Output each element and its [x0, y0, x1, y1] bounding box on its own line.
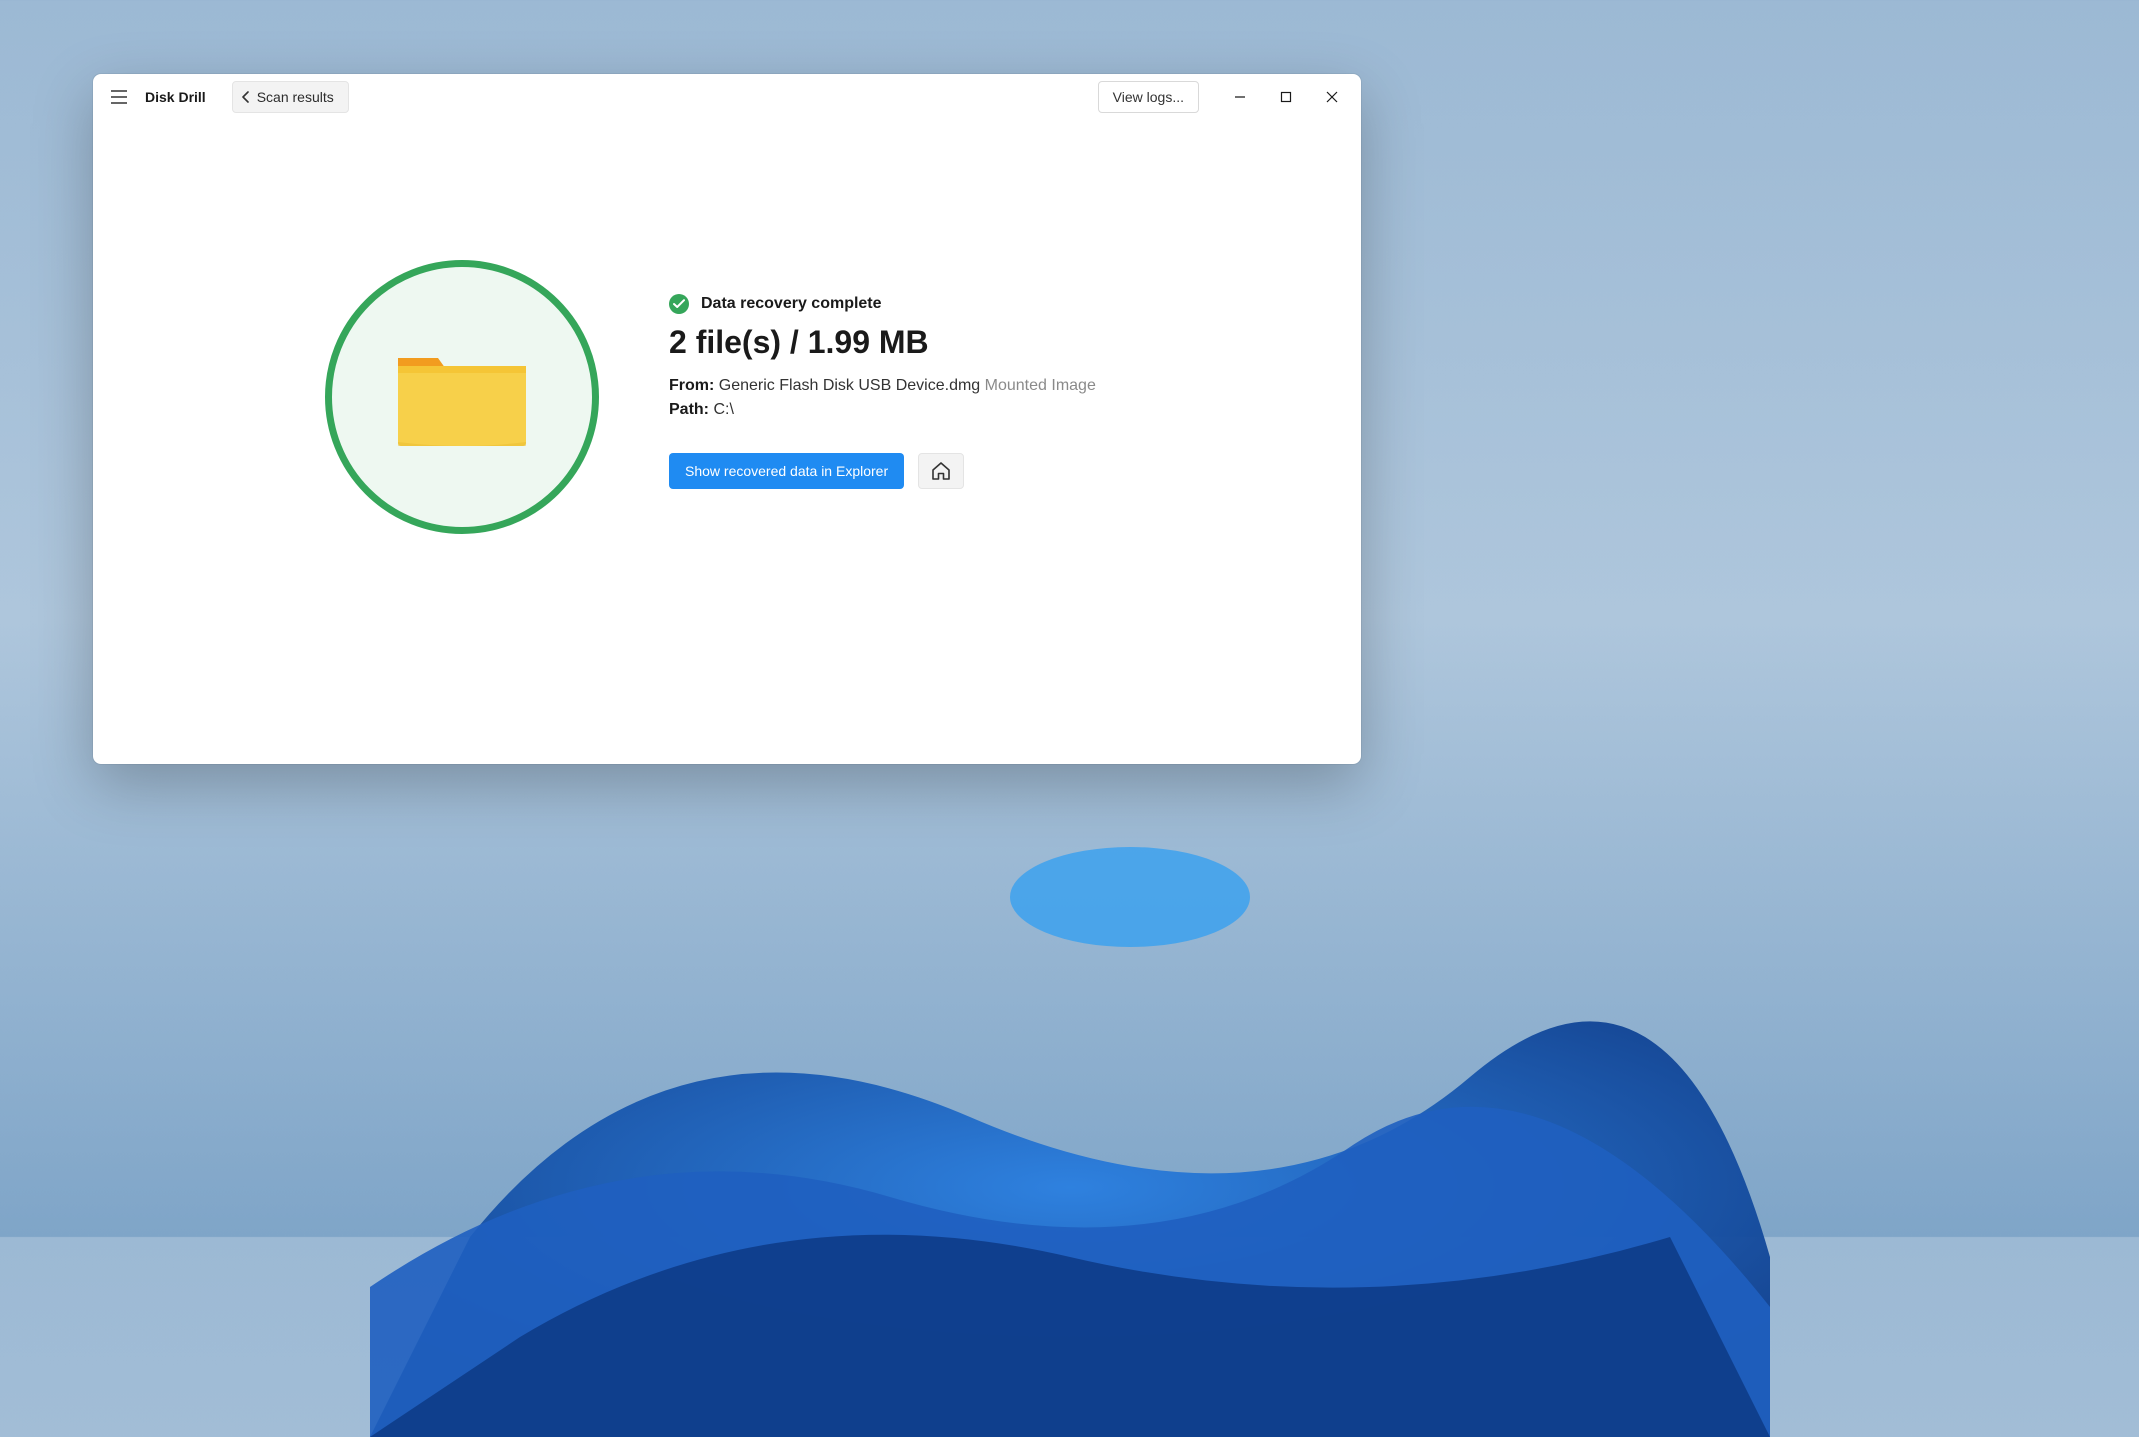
path-line: Path: C:\: [669, 401, 1129, 419]
back-label: Scan results: [257, 89, 334, 105]
home-button[interactable]: [918, 453, 964, 489]
wallpaper-bloom: [370, 837, 1770, 1437]
from-line: From: Generic Flash Disk USB Device.dmg …: [669, 377, 1129, 395]
back-scan-results-button[interactable]: Scan results: [232, 81, 349, 113]
info-column: Data recovery complete 2 file(s) / 1.99 …: [669, 260, 1129, 489]
folder-icon: [392, 342, 532, 452]
view-logs-button[interactable]: View logs...: [1098, 81, 1199, 113]
minimize-icon: [1234, 91, 1246, 103]
titlebar: Disk Drill Scan results View logs...: [93, 74, 1361, 120]
actions-row: Show recovered data in Explorer: [669, 453, 1129, 489]
status-text: Data recovery complete: [701, 295, 882, 313]
window-controls: [1217, 81, 1355, 113]
close-icon: [1326, 91, 1338, 103]
hamburger-menu-button[interactable]: [103, 81, 135, 113]
home-icon: [931, 462, 951, 480]
status-row: Data recovery complete: [669, 294, 1129, 314]
chevron-left-icon: [241, 91, 251, 103]
hamburger-icon: [111, 90, 127, 104]
minimize-button[interactable]: [1217, 81, 1263, 113]
from-label: From:: [669, 377, 714, 394]
maximize-button[interactable]: [1263, 81, 1309, 113]
content-area: Data recovery complete 2 file(s) / 1.99 …: [93, 120, 1361, 764]
success-folder-graphic: [325, 260, 599, 534]
check-badge-icon: [669, 294, 689, 314]
path-value: C:\: [713, 401, 733, 418]
app-window: Disk Drill Scan results View logs...: [93, 74, 1361, 764]
app-title: Disk Drill: [145, 89, 206, 105]
from-suffix: Mounted Image: [985, 377, 1096, 394]
maximize-icon: [1280, 91, 1292, 103]
recovery-summary: 2 file(s) / 1.99 MB: [669, 324, 1129, 361]
close-button[interactable]: [1309, 81, 1355, 113]
from-value: Generic Flash Disk USB Device.dmg: [719, 377, 980, 394]
show-recovered-button[interactable]: Show recovered data in Explorer: [669, 453, 904, 489]
path-label: Path:: [669, 401, 709, 418]
